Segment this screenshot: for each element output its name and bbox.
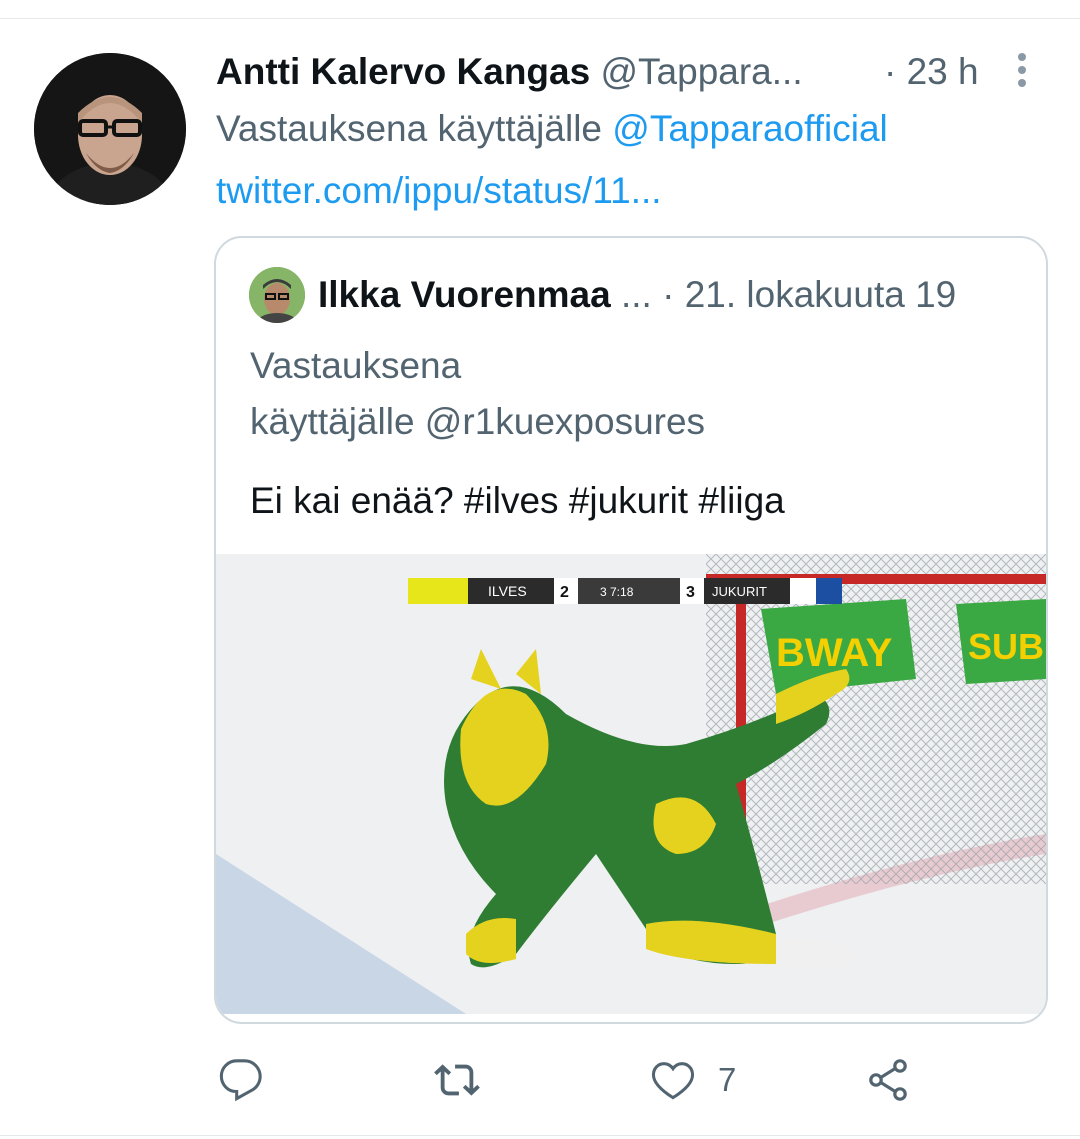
author-name[interactable]: Antti Kalervo Kangas	[216, 51, 590, 92]
like-count: 7	[718, 1061, 737, 1098]
quoted-author-name[interactable]: Ilkka Vuorenmaa	[318, 274, 611, 315]
quoted-author-avatar[interactable]	[249, 267, 305, 323]
reply-icon	[218, 1057, 264, 1103]
reply-button[interactable]	[218, 1040, 264, 1120]
svg-text:JUKURIT: JUKURIT	[712, 584, 767, 599]
subway-banner-2: SUB	[956, 599, 1046, 684]
author-avatar[interactable]	[34, 53, 186, 205]
quoted-tweet-media[interactable]: BWAY SUB ILVES 2 3 7:18 3 JUKURIT	[216, 554, 1046, 1014]
share-button[interactable]	[864, 1040, 912, 1120]
tweet-time[interactable]: · 23 h	[884, 50, 979, 94]
svg-text:3: 3	[686, 584, 695, 601]
scoreboard: ILVES 2 3 7:18 3 JUKURIT	[408, 578, 842, 604]
quoted-reply-line2: käyttäjälle @r1kuexposures	[250, 401, 706, 442]
tweet-header: Antti Kalervo Kangas @Tappara... · 23 h	[216, 50, 1046, 94]
top-divider	[0, 18, 1080, 19]
heart-icon	[650, 1057, 696, 1103]
reply-prefix: Vastauksena käyttäjälle	[216, 108, 613, 149]
author-handle[interactable]: @Tappara...	[600, 51, 802, 92]
svg-text:3 7:18: 3 7:18	[600, 585, 634, 599]
quoted-tweet-text: Ei kai enää? #ilves #jukurit #liiga	[250, 480, 785, 521]
quoted-tweet-header: Ilkka Vuorenmaa ... · 21. lokakuuta 19	[318, 272, 956, 318]
like-button[interactable]: 7	[650, 1040, 736, 1120]
reply-context: Vastauksena käyttäjälle @Tapparaofficial	[216, 106, 888, 152]
quoted-reply-context: Vastauksena käyttäjälle @r1kuexposures	[250, 338, 810, 450]
retweet-button[interactable]	[432, 1040, 482, 1120]
svg-text:BWAY: BWAY	[776, 631, 893, 675]
svg-text:ILVES: ILVES	[488, 583, 527, 599]
reply-handle-link[interactable]: @Tapparaofficial	[612, 108, 887, 149]
more-vertical-icon[interactable]	[1012, 50, 1032, 90]
tweet-url-link[interactable]: twitter.com/ippu/status/11...	[216, 168, 662, 214]
share-icon	[864, 1056, 912, 1104]
quoted-reply-line1: Vastauksena	[250, 345, 462, 386]
retweet-icon	[432, 1057, 482, 1103]
tweet-actions: 7	[0, 1040, 1080, 1120]
svg-text:SUB: SUB	[968, 626, 1044, 667]
bottom-divider	[0, 1135, 1080, 1136]
svg-text:2: 2	[560, 584, 569, 601]
quoted-tweet-card[interactable]: Ilkka Vuorenmaa ... · 21. lokakuuta 19 V…	[214, 236, 1048, 1024]
quoted-tweet-date[interactable]: ... · 21. lokakuuta 19	[611, 274, 956, 315]
